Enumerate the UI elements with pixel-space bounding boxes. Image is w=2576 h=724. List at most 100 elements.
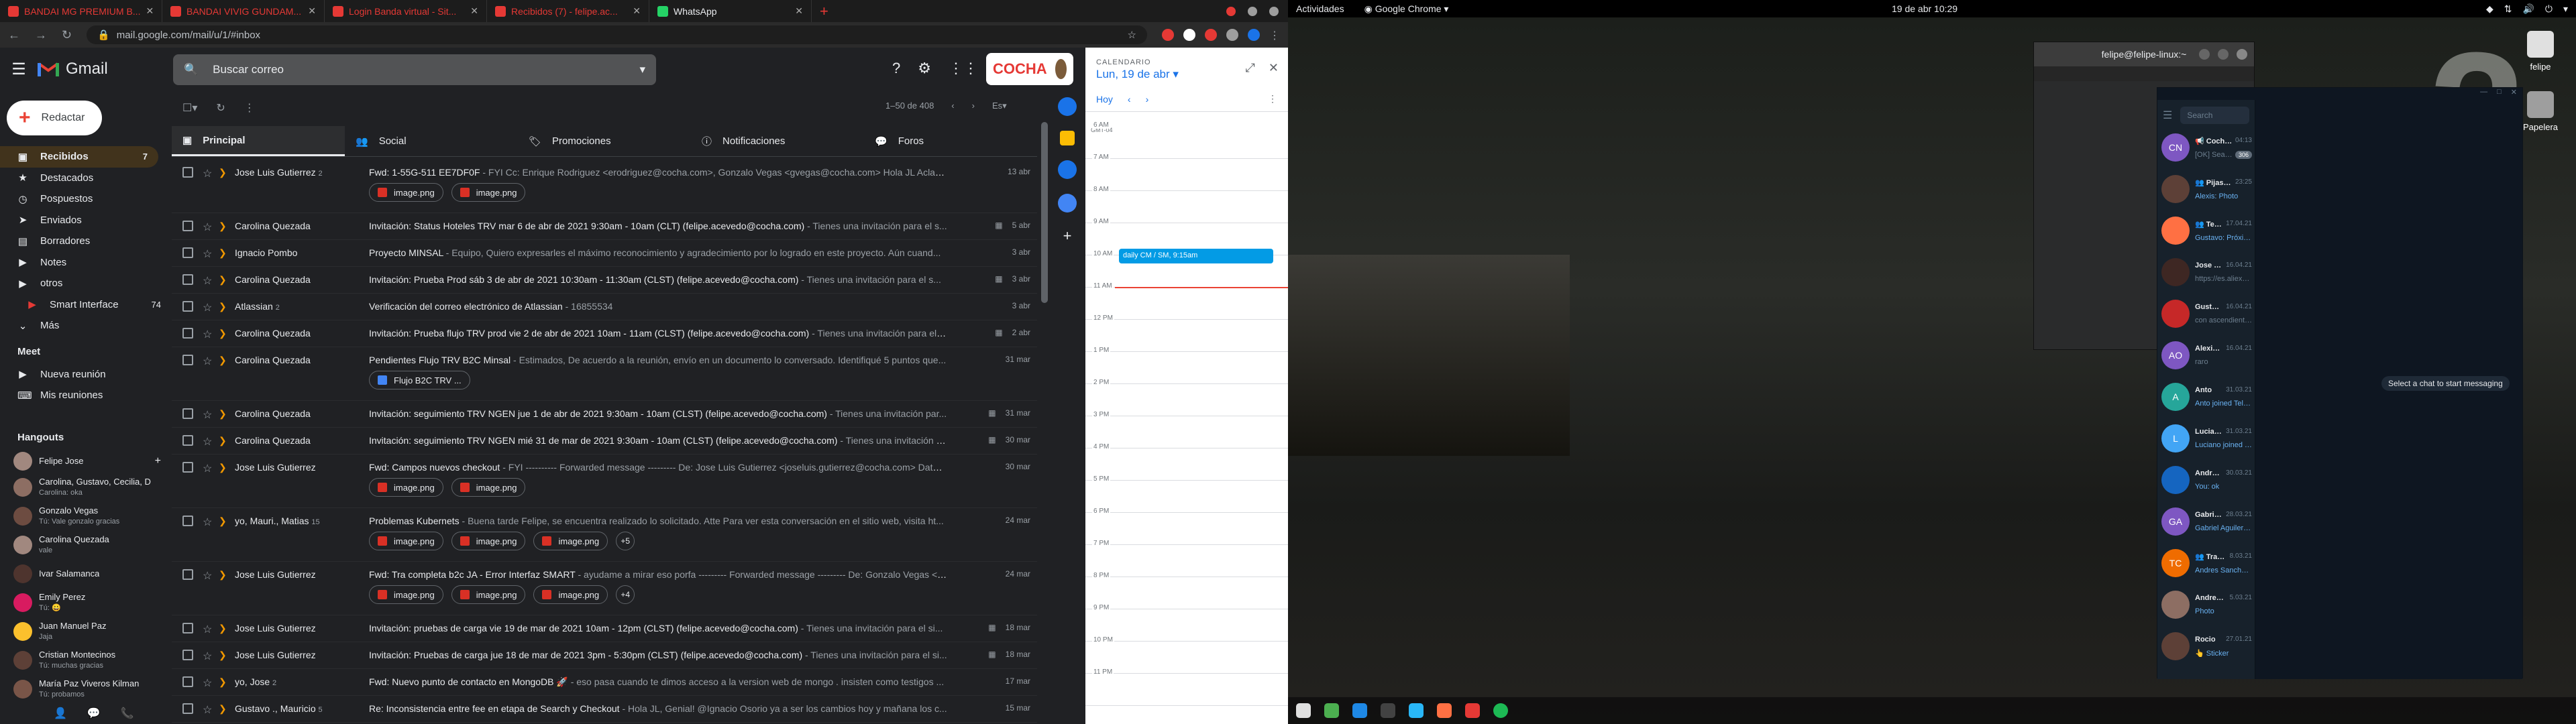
- input-tools-icon[interactable]: Es▾: [992, 101, 1007, 111]
- email-row[interactable]: ☆ ❯ Jose Luis Gutierrez Fwd: Tra completa b…: [172, 562, 1037, 615]
- network-icon[interactable]: ⇅: [2504, 3, 2512, 15]
- phone-icon[interactable]: 📞: [121, 707, 134, 720]
- maximize-icon[interactable]: [2218, 49, 2229, 60]
- app-menu[interactable]: ◉ Google Chrome ▾: [1364, 3, 1449, 15]
- add-contact-icon[interactable]: +: [155, 455, 161, 467]
- forward-icon[interactable]: →: [35, 28, 47, 42]
- sidebar-item[interactable]: ★ Destacados: [0, 168, 172, 189]
- email-row[interactable]: ☆ ❯ Jose Luis Gutierrez 2 Fwd: 1-55G-511 EE…: [172, 160, 1037, 213]
- star-icon[interactable]: ☆: [203, 408, 219, 422]
- close-icon[interactable]: ✕: [1269, 61, 1279, 75]
- power-icon[interactable]: ⏻: [2545, 3, 2553, 15]
- star-icon[interactable]: ☆: [203, 328, 219, 341]
- star-icon[interactable]: ☆: [203, 516, 219, 529]
- important-marker-icon[interactable]: ❯: [219, 167, 235, 178]
- attachment-chip[interactable]: image.png: [451, 183, 526, 202]
- star-icon[interactable]: ☆: [203, 435, 219, 448]
- add-addon-icon[interactable]: +: [1051, 227, 1084, 245]
- more-attachments[interactable]: +5: [616, 532, 635, 550]
- hour-slot[interactable]: 9 PM: [1085, 604, 1288, 642]
- prev-page-icon[interactable]: ‹: [951, 101, 954, 111]
- menu-kebab-icon[interactable]: ⋮: [1269, 29, 1280, 42]
- email-row[interactable]: ☆ ❯ Jose Luis Gutierrez Invitación: pruebas…: [172, 615, 1037, 642]
- dropbox-icon[interactable]: ◆: [2486, 3, 2493, 15]
- next-page-icon[interactable]: ›: [972, 101, 975, 111]
- email-checkbox[interactable]: [182, 221, 193, 231]
- tab-social[interactable]: 👥 Social: [345, 126, 518, 156]
- star-icon[interactable]: ☆: [203, 650, 219, 663]
- email-row[interactable]: ☆ ❯ Jose Luis Gutierrez Fwd: Campos nuevos …: [172, 455, 1037, 508]
- postman-app-icon[interactable]: [1437, 703, 1452, 718]
- important-marker-icon[interactable]: ❯: [219, 435, 235, 446]
- star-icon[interactable]: ☆: [203, 355, 219, 368]
- telegram-chat-item[interactable]: AO Alexis Osorio16.04.21 raro: [2157, 335, 2255, 376]
- hour-slot[interactable]: 3 PM: [1085, 411, 1288, 448]
- open-new-window-icon[interactable]: ⤢: [1246, 61, 1255, 75]
- reload-icon[interactable]: ↻: [62, 28, 72, 42]
- telegram-chat-item[interactable]: Andres Sanchez30.03.21 You: ok: [2157, 459, 2255, 501]
- email-checkbox[interactable]: [182, 301, 193, 312]
- telegram-chat-item[interactable]: TC 👥 Trabajo cocha8.03.21 Andres Sanchez l…: [2157, 542, 2255, 584]
- hour-slot[interactable]: 11 AM: [1085, 282, 1288, 320]
- star-icon[interactable]: ☆: [203, 274, 219, 288]
- bookmark-star-icon[interactable]: ☆: [1128, 29, 1136, 41]
- chat-bubble-icon[interactable]: 💬: [87, 707, 101, 720]
- hangouts-contact[interactable]: Ivar Salamanca: [0, 559, 172, 588]
- hour-slot[interactable]: 10 PM: [1085, 636, 1288, 674]
- star-icon[interactable]: ☆: [203, 623, 219, 636]
- calendar-more-icon[interactable]: ⋮: [1268, 93, 1277, 105]
- desktop-icon-home[interactable]: felipe: [2517, 31, 2564, 72]
- gmail-logo[interactable]: Gmail: [38, 60, 172, 78]
- contacts-app-icon[interactable]: [1058, 194, 1077, 213]
- refresh-icon[interactable]: ↻: [216, 101, 225, 115]
- email-checkbox[interactable]: [182, 703, 193, 714]
- hour-slot[interactable]: 6 PM: [1085, 507, 1288, 545]
- important-marker-icon[interactable]: ❯: [219, 247, 235, 259]
- important-marker-icon[interactable]: ❯: [219, 650, 235, 661]
- clock[interactable]: 19 de abr 10:29: [1892, 3, 1957, 14]
- email-row[interactable]: ☆ ❯ Carolina Quezada Invitación: Prueba flu…: [172, 320, 1037, 347]
- telegram-chat-item[interactable]: 👥 Pijas con mantequilla d...23:25 Alexis:…: [2157, 168, 2255, 210]
- close-icon[interactable]: [2237, 49, 2247, 60]
- star-icon[interactable]: ☆: [203, 676, 219, 690]
- account-switcher[interactable]: COCHA: [986, 53, 1073, 85]
- email-checkbox[interactable]: [182, 328, 193, 339]
- hangouts-contact[interactable]: Cristian Montecinos Tú: muchas gracias: [0, 646, 172, 674]
- attachment-chip[interactable]: image.png: [369, 585, 443, 604]
- terminal-titlebar[interactable]: felipe@felipe-linux:~: [2034, 42, 2254, 66]
- hour-slot[interactable]: 8 AM: [1085, 186, 1288, 223]
- email-checkbox[interactable]: [182, 462, 193, 473]
- meet-item[interactable]: ⌨ Mis reuniones: [0, 385, 172, 406]
- email-row[interactable]: ☆ ❯ Carolina Quezada Invitación: seguimient…: [172, 401, 1037, 428]
- terminal-app-icon[interactable]: [1381, 703, 1395, 718]
- email-checkbox[interactable]: [182, 650, 193, 660]
- apps-grid-icon[interactable]: ⋮⋮: [949, 60, 978, 77]
- hour-slot[interactable]: 7 PM: [1085, 540, 1288, 577]
- telegram-chat-item[interactable]: Gustavo Vivallos16.04.21 con ascendientes…: [2157, 293, 2255, 335]
- telegram-chat-item[interactable]: Andres Nory5.03.21 Photo: [2157, 584, 2255, 625]
- more-options-icon[interactable]: ⋮: [244, 101, 255, 115]
- important-marker-icon[interactable]: ❯: [219, 569, 235, 581]
- compose-button[interactable]: + Redactar: [7, 101, 102, 135]
- tab-close-icon[interactable]: ✕: [470, 5, 478, 17]
- tab-close-icon[interactable]: ✕: [633, 5, 641, 17]
- extension-icon[interactable]: [1226, 29, 1238, 41]
- select-all-checkbox[interactable]: ☐▾: [182, 101, 197, 115]
- hour-slot[interactable]: 1 PM: [1085, 347, 1288, 384]
- hour-slot[interactable]: 2 PM: [1085, 379, 1288, 416]
- telegram-menu-icon[interactable]: ☰: [2163, 109, 2172, 122]
- hangouts-user[interactable]: Felipe Jose +: [0, 450, 172, 473]
- email-checkbox[interactable]: [182, 623, 193, 634]
- sidebar-item[interactable]: ◷ Pospuestos: [0, 188, 172, 210]
- star-icon[interactable]: ☆: [203, 703, 219, 717]
- address-bar[interactable]: 🔒 mail.google.com/mail/u/1/#inbox ☆: [87, 25, 1147, 44]
- activities-button[interactable]: Actividades: [1296, 3, 1344, 14]
- hangouts-contact[interactable]: Carolina, Gustavo, Cecilia, D Carolina: o…: [0, 473, 172, 501]
- attachment-chip[interactable]: image.png: [369, 478, 443, 497]
- tab-foros[interactable]: 💬 Foros: [864, 126, 1037, 156]
- browser-tab[interactable]: WhatsApp ✕: [649, 0, 812, 22]
- hangouts-contact[interactable]: Emily Perez Tú: 😀: [0, 588, 172, 617]
- important-marker-icon[interactable]: ❯: [219, 274, 235, 286]
- sidebar-item[interactable]: ➤ Enviados: [0, 210, 172, 231]
- attachment-chip[interactable]: image.png: [369, 183, 443, 202]
